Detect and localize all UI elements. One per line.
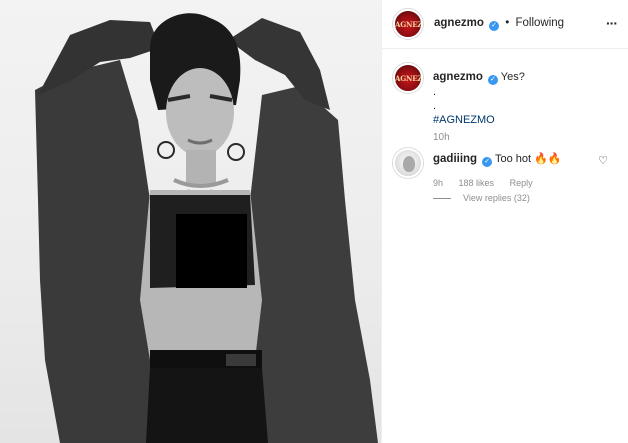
avatar-face bbox=[403, 156, 415, 172]
post-header: AGNEZ agnezmo ✓ • Following ··· bbox=[382, 0, 628, 49]
caption-line-3: . bbox=[433, 100, 437, 112]
caption-line-2: . bbox=[433, 86, 437, 98]
comment-body: gadiiing ✓ Too hot 🔥🔥 bbox=[433, 152, 562, 167]
header-separator: • bbox=[505, 17, 510, 29]
reply-button[interactable]: Reply bbox=[510, 178, 533, 188]
comment-text: Too hot bbox=[495, 153, 532, 165]
verified-badge-icon: ✓ bbox=[487, 75, 498, 85]
author-avatar[interactable]: AGNEZ bbox=[393, 9, 423, 39]
view-replies-label[interactable]: View replies (32) bbox=[463, 193, 530, 203]
commenter-username[interactable]: gadiiing bbox=[433, 153, 477, 165]
caption-avatar-logo-text: AGNEZ bbox=[395, 74, 423, 83]
comment-likes-count[interactable]: 188 likes bbox=[459, 178, 495, 188]
author-name-row: agnezmo ✓ • Following bbox=[434, 17, 564, 31]
verified-badge-icon: ✓ bbox=[489, 21, 500, 31]
post-side-panel: AGNEZ agnezmo ✓ • Following ··· AGNEZ ag… bbox=[381, 0, 628, 443]
replies-divider bbox=[433, 198, 451, 200]
ellipsis-icon[interactable]: ··· bbox=[606, 15, 618, 31]
post-photo-illustration bbox=[35, 13, 378, 443]
view-replies-button[interactable]: View replies (32) bbox=[433, 193, 530, 203]
caption-body: agnezmo ✓ Yes? . . #AGNEZMO bbox=[433, 70, 525, 127]
caption-author-avatar[interactable]: AGNEZ bbox=[393, 63, 423, 93]
avatar-logo-text: AGNEZ bbox=[395, 20, 423, 29]
comment-meta: 9h 188 likes Reply bbox=[433, 178, 546, 188]
caption-hashtag-link[interactable]: #AGNEZMO bbox=[433, 113, 525, 127]
post-image[interactable] bbox=[0, 0, 381, 443]
follow-status-button[interactable]: Following bbox=[515, 17, 564, 29]
fire-emoji-icon: 🔥🔥 bbox=[534, 153, 562, 165]
caption-username[interactable]: agnezmo bbox=[433, 71, 483, 83]
verified-badge-icon: ✓ bbox=[482, 157, 493, 167]
comment-timestamp[interactable]: 9h bbox=[433, 178, 443, 188]
caption-timestamp[interactable]: 10h bbox=[433, 132, 450, 143]
like-comment-heart-icon[interactable]: ♡ bbox=[598, 154, 608, 167]
author-username[interactable]: agnezmo bbox=[434, 17, 484, 29]
commenter-avatar[interactable] bbox=[393, 148, 423, 178]
caption-line-1: Yes? bbox=[500, 71, 525, 83]
